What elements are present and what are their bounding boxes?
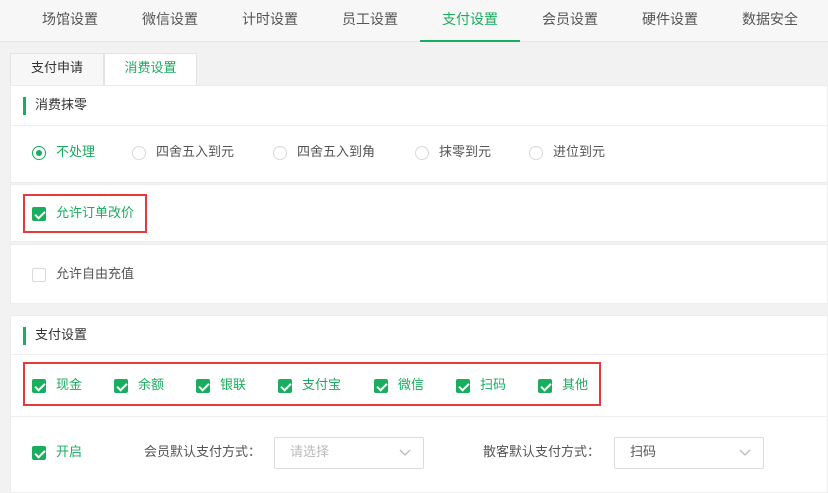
tab-wechat-settings[interactable]: 微信设置 [120, 0, 220, 42]
radio-label: 不处理 [56, 145, 96, 160]
checkbox-checked-icon [32, 446, 46, 460]
checkbox-unchecked-icon [32, 268, 46, 282]
radio-label: 抹零到元 [439, 145, 492, 160]
radio-unchecked-icon [132, 146, 146, 160]
guest-default-payment-select[interactable]: 扫码 [614, 437, 764, 469]
radio-unchecked-icon [415, 146, 429, 160]
chevron-down-icon [399, 449, 411, 456]
tab-staff-settings[interactable]: 员工设置 [320, 0, 420, 42]
tab-member-settings[interactable]: 会员设置 [520, 0, 620, 42]
tab-hardware-settings[interactable]: 硬件设置 [620, 0, 720, 42]
select-value: 扫码 [630, 445, 657, 460]
subtab-payment-application[interactable]: 支付申请 [10, 53, 104, 85]
checkbox-label: 允许自由充值 [56, 267, 135, 282]
radio-label: 四舍五入到角 [297, 145, 376, 160]
tab-payment-settings[interactable]: 支付设置 [420, 0, 520, 42]
free-recharge-panel: 允许自由充值 [10, 244, 828, 304]
radio-label: 进位到元 [553, 145, 606, 160]
tab-venue-settings[interactable]: 场馆设置 [20, 0, 120, 42]
radio-checked-icon [32, 146, 46, 160]
radio-unchecked-icon [529, 146, 543, 160]
payment-section-title: 支付设置 [23, 327, 87, 345]
checkbox-label: 开启 [56, 445, 83, 460]
member-default-payment-label: 会员默认支付方式： [144, 445, 262, 460]
radio-label: 四舍五入到元 [156, 145, 235, 160]
tab-data-security[interactable]: 数据安全 [720, 0, 820, 42]
member-default-payment-select[interactable]: 请选择 [274, 437, 424, 469]
guest-default-payment-label: 散客默认支付方式： [483, 445, 601, 460]
rounding-panel: 消费抹零 不处理 四舍五入到元 四舍五入到角 抹零到元 进位到元 [10, 85, 828, 183]
section-divider [11, 125, 828, 126]
tab-timing-settings[interactable]: 计时设置 [220, 0, 320, 42]
rounding-section-title: 消费抹零 [23, 97, 87, 115]
section-divider [11, 416, 828, 417]
chevron-down-icon [739, 449, 751, 456]
subtab-consumption-settings[interactable]: 消费设置 [104, 53, 197, 85]
section-divider [11, 354, 828, 355]
settings-tab-bar: 场馆设置 微信设置 计时设置 员工设置 支付设置 会员设置 硬件设置 数据安全 [0, 0, 828, 42]
select-placeholder: 请选择 [290, 445, 330, 460]
highlight-box [23, 194, 147, 233]
radio-unchecked-icon [273, 146, 287, 160]
highlight-box [23, 362, 601, 406]
